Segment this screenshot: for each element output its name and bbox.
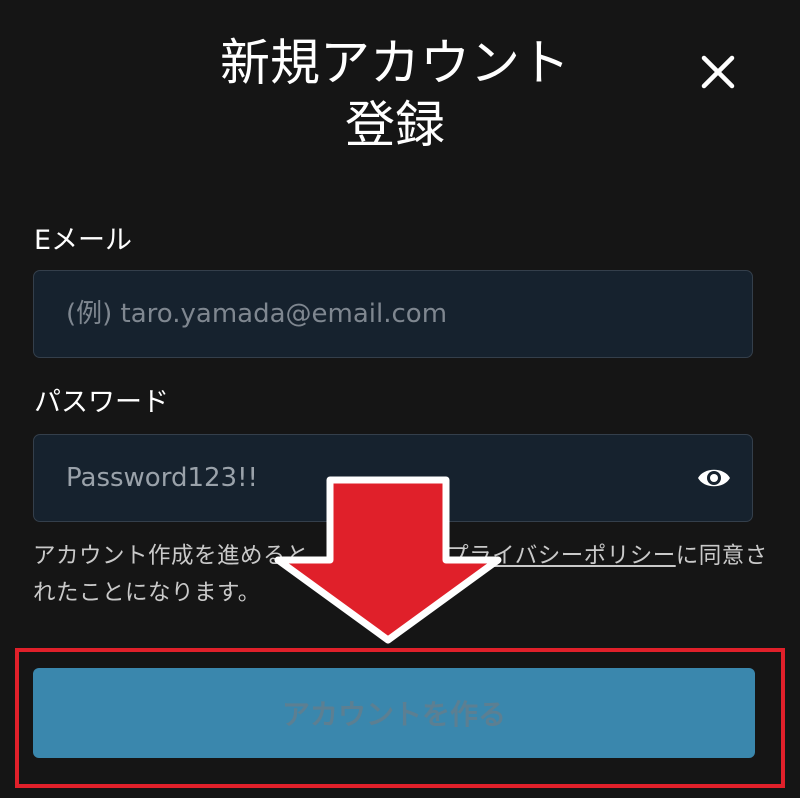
email-field-container (33, 270, 753, 358)
password-label: パスワード (34, 387, 169, 418)
close-icon (701, 55, 735, 89)
title-line2: 登録 (345, 96, 445, 154)
password-field[interactable] (66, 435, 686, 521)
page-title: 新規アカウント 登録 (150, 32, 640, 156)
close-button[interactable] (694, 48, 742, 96)
terms-and: と (423, 543, 447, 569)
password-field-container (33, 434, 753, 522)
password-visibility-toggle[interactable] (696, 463, 732, 493)
privacy-policy-link[interactable]: プライバシーポリシー (446, 543, 676, 569)
terms-of-service-link[interactable]: 利用規約 (331, 543, 423, 569)
eye-icon (698, 469, 730, 487)
create-account-button[interactable]: アカウントを作る (33, 668, 755, 758)
terms-prefix: アカウント作成を進めると、 (33, 543, 332, 569)
email-label: Eメール (34, 225, 133, 256)
email-field[interactable] (66, 271, 686, 357)
title-line1: 新規アカウント (220, 34, 570, 92)
terms-notice: アカウント作成を進めると、利用規約とプライバシーポリシーに同意されたことになりま… (33, 538, 773, 612)
